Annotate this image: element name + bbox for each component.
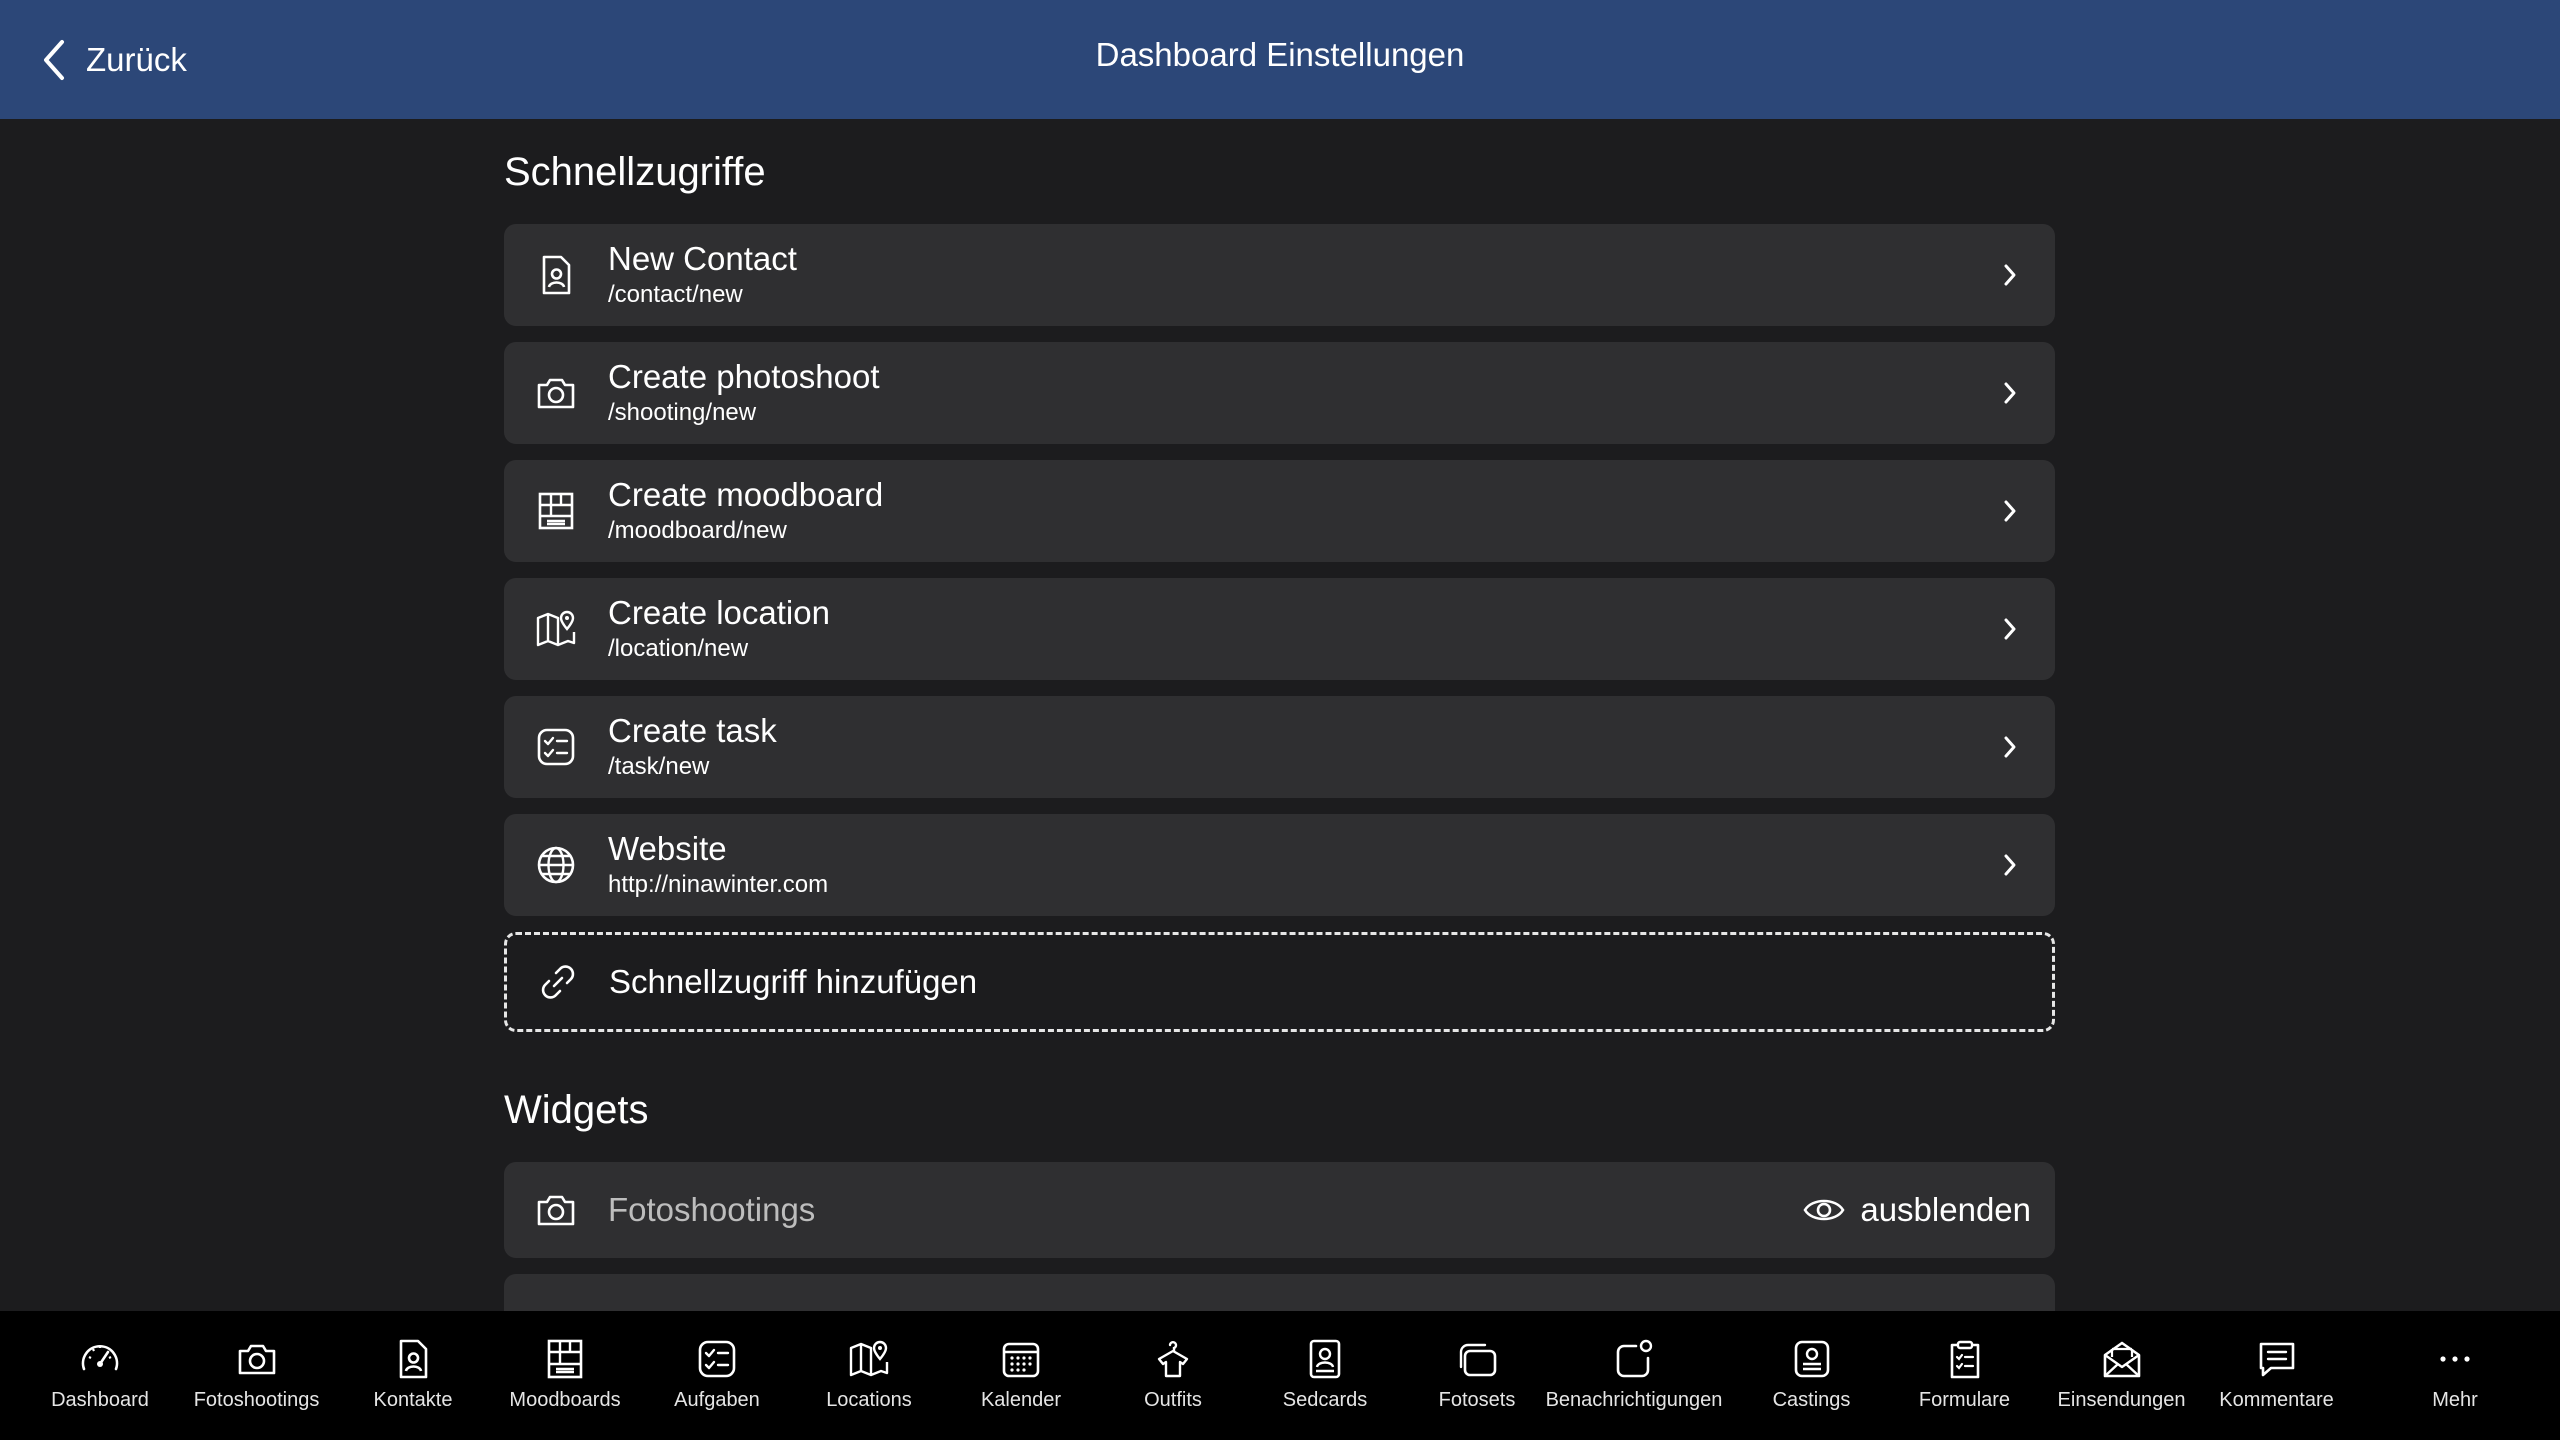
casting-badge-icon	[1794, 1340, 1829, 1378]
widgets-heading: Widgets	[504, 1088, 649, 1132]
tab-label: Moodboards	[509, 1389, 621, 1411]
tab-fotoshootings[interactable]: Fotoshootings	[194, 1311, 319, 1440]
map-pin-icon	[849, 1340, 889, 1377]
contact-card-icon	[399, 1339, 428, 1379]
sedcard-icon	[1309, 1339, 1341, 1379]
tab-label: Castings	[1772, 1389, 1851, 1411]
tab-outfits[interactable]: Outfits	[1121, 1311, 1225, 1440]
map-pin-icon	[536, 610, 576, 647]
quick-access-path: /moodboard/new	[608, 517, 787, 544]
tab-kalender[interactable]: Kalender	[921, 1311, 1121, 1440]
tab-locations[interactable]: Locations	[817, 1311, 921, 1440]
tab-kommentare[interactable]: Kommentare	[2198, 1311, 2355, 1440]
bottom-tab-bar: Dashboard Fotoshootings Kontakte Moodboa…	[0, 1311, 2560, 1440]
quick-access-title: Create location	[608, 594, 830, 631]
speedometer-icon	[81, 1345, 119, 1371]
task-list-icon	[698, 1340, 736, 1378]
top-navigation-bar: Zurück Dashboard Einstellungen	[0, 0, 2560, 119]
quick-access-path: /location/new	[608, 635, 749, 662]
tab-label: Locations	[826, 1389, 912, 1411]
calendar-icon	[1002, 1342, 1040, 1378]
widget-hide-toggle[interactable]: ausblenden	[1802, 1191, 2031, 1229]
tab-label: Aufgaben	[674, 1389, 760, 1411]
chevron-right-icon	[2004, 264, 2016, 286]
task-list-icon	[537, 728, 575, 766]
camera-icon	[537, 378, 575, 409]
quick-access-item-create-photoshoot[interactable]: Create photoshoot/shooting/new	[504, 342, 2055, 444]
quick-access-title: Create task	[608, 712, 777, 749]
moodboard-grid-icon	[547, 1339, 583, 1379]
chevron-right-icon	[2004, 854, 2016, 876]
widget-hide-label: ausblenden	[1860, 1191, 2031, 1228]
tab-label: Einsendungen	[2057, 1389, 2186, 1411]
tab-benachrichtigungen[interactable]: Benachrichtigungen	[1529, 1311, 1739, 1440]
quick-access-title: Create moodboard	[608, 476, 884, 513]
widget-name: Fotoshootings	[608, 1191, 816, 1228]
chevron-right-icon	[2004, 500, 2016, 522]
quick-access-path: /shooting/new	[608, 399, 757, 426]
quick-access-path: /contact/new	[608, 281, 743, 308]
quick-access-item-create-moodboard[interactable]: Create moodboard/moodboard/new	[504, 460, 2055, 562]
quick-access-item-website[interactable]: Website http://ninawinter.com	[504, 814, 2055, 916]
tab-castings[interactable]: Castings	[1739, 1311, 1884, 1440]
tab-label: Formulare	[1918, 1389, 2011, 1411]
quick-access-path: /task/new	[608, 753, 710, 780]
chevron-right-icon	[2004, 618, 2016, 640]
chevron-right-icon	[2004, 736, 2016, 758]
comment-icon	[2259, 1342, 2294, 1377]
tab-formulare[interactable]: Formulare	[1884, 1311, 2045, 1440]
photo-stack-icon	[1459, 1343, 1497, 1377]
tab-label: Kontakte	[373, 1389, 453, 1411]
tab-mehr[interactable]: Mehr	[2355, 1311, 2555, 1440]
tab-label: Dashboard	[51, 1389, 149, 1411]
quick-access-title: Create photoshoot	[608, 358, 880, 395]
tab-moodboards[interactable]: Moodboards	[509, 1311, 621, 1440]
contact-card-icon	[542, 255, 571, 295]
chevron-right-icon	[2004, 382, 2016, 404]
quick-access-item-create-task[interactable]: Create task/task/new	[504, 696, 2055, 798]
tab-label: Outfits	[1144, 1389, 1202, 1411]
tab-kontakte[interactable]: Kontakte	[313, 1311, 513, 1440]
tab-fotosets[interactable]: Fotosets	[1425, 1311, 1529, 1440]
quick-access-path: http://ninawinter.com	[608, 871, 829, 898]
camera-icon	[238, 1344, 275, 1375]
hanger-shirt-icon	[1157, 1340, 1189, 1378]
tab-label: Kommentare	[2219, 1389, 2334, 1411]
eye-icon	[1803, 1199, 1845, 1221]
tab-label: Fotosets	[1438, 1389, 1516, 1411]
quick-access-item-create-location[interactable]: Create location/location/new	[504, 578, 2055, 680]
quick-access-heading: Schnellzugriffe	[504, 150, 766, 194]
add-quick-access-button[interactable]: Schnellzugriff hinzufügen	[504, 932, 2055, 1032]
quick-access-item-new-contact[interactable]: New Contact/contact/new	[504, 224, 2055, 326]
clipboard-icon	[1950, 1340, 1979, 1379]
tab-einsendungen[interactable]: Einsendungen	[2045, 1311, 2198, 1440]
tab-aufgaben[interactable]: Aufgaben	[617, 1311, 817, 1440]
camera-icon	[537, 1195, 575, 1226]
globe-icon	[537, 846, 575, 884]
moodboard-grid-icon	[538, 492, 574, 530]
tab-sedcards[interactable]: Sedcards	[1225, 1311, 1425, 1440]
widget-row-fotoshootings: Fotoshootings ausblenden	[504, 1162, 2055, 1258]
quick-access-title: Website	[608, 830, 727, 867]
tab-label: Kalender	[980, 1389, 1062, 1411]
quick-access-title: New Contact	[608, 240, 797, 277]
page-title: Dashboard Einstellungen	[1095, 36, 1465, 73]
notification-icon	[1616, 1339, 1653, 1378]
tab-label: Benachrichtigungen	[1545, 1389, 1723, 1411]
envelope-icon	[2103, 1341, 2140, 1378]
link-icon	[541, 965, 575, 999]
tab-dashboard[interactable]: Dashboard	[0, 1311, 200, 1440]
add-quick-access-label: Schnellzugriff hinzufügen	[609, 963, 978, 1000]
tab-label: Sedcards	[1282, 1389, 1368, 1411]
tab-label: Fotoshootings	[193, 1389, 320, 1411]
more-dots-icon	[2440, 1356, 2470, 1362]
tab-label: Mehr	[2432, 1389, 2478, 1411]
